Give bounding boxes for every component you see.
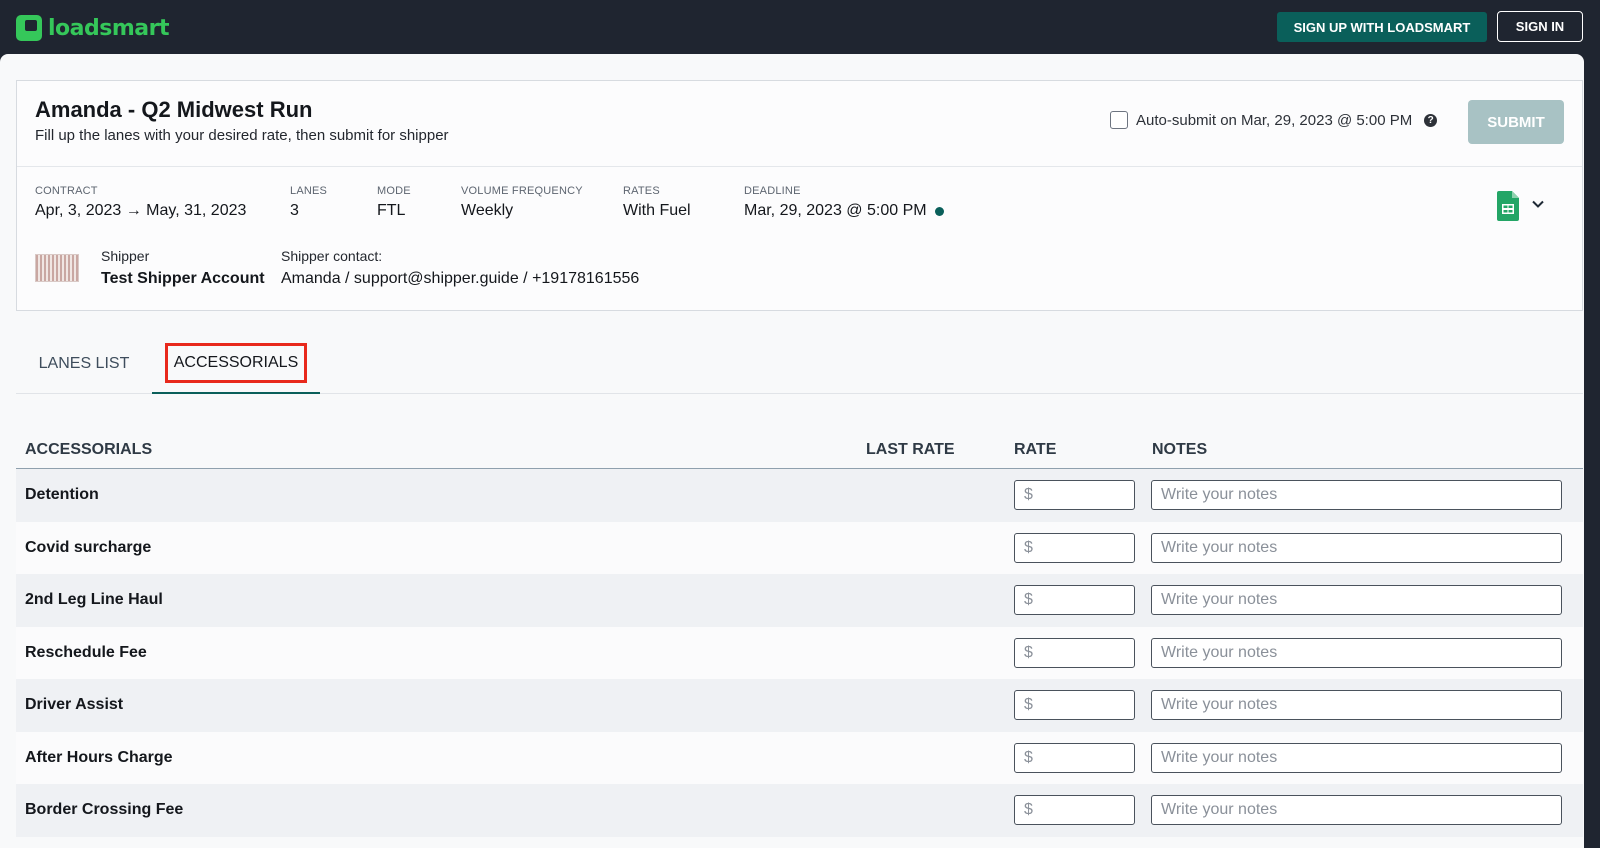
notes-input[interactable] <box>1151 585 1562 615</box>
notes-input[interactable] <box>1151 795 1562 825</box>
stat-value: FTL <box>377 202 406 219</box>
stat-value: 3 <box>290 202 299 219</box>
rate-input[interactable] <box>1014 742 1135 773</box>
accessorial-name: Driver Assist <box>25 696 124 713</box>
tab-bar: LANES LIST ACCESSORIALS <box>16 334 1583 394</box>
tab-accessorials[interactable]: ACCESSORIALS <box>152 334 320 394</box>
stat-volume-frequency: VOLUME FREQUENCY Weekly <box>461 185 583 220</box>
main-content: Amanda - Q2 Midwest Run Fill up the lane… <box>0 54 1584 848</box>
table-row: Covid surcharge <box>16 521 1583 574</box>
rate-input[interactable] <box>1014 795 1135 825</box>
auto-submit-option: Auto-submit on Mar, 29, 2023 @ 5:00 PM ? <box>1110 111 1438 129</box>
card-divider <box>17 166 1582 167</box>
accessorial-name: Border Crossing Fee <box>25 801 184 818</box>
table-row: After Hours Charge <box>16 731 1583 784</box>
notes-input[interactable] <box>1151 690 1562 720</box>
accessorial-name: Covid surcharge <box>25 538 152 556</box>
table-row: Driver Assist <box>16 679 1583 732</box>
tab-lanes-list[interactable]: LANES LIST <box>16 334 152 394</box>
table-body: Detention Covid surcharge 2nd Leg Line Hau… <box>16 469 1583 837</box>
shipper-contact: Shipper contact: Amanda / support@shippe… <box>281 248 639 288</box>
column-header-rate: RATE <box>1014 441 1057 458</box>
stat-label: RATES <box>623 185 660 197</box>
accessorial-name: Detention <box>25 486 99 503</box>
shipper-label: Shipper <box>101 248 150 264</box>
page-title: Amanda - Q2 Midwest Run <box>35 97 313 122</box>
notes-input[interactable] <box>1151 742 1562 773</box>
auto-submit-checkbox[interactable] <box>1110 111 1128 129</box>
shipper-info: Shipper Test Shipper Account <box>101 248 265 288</box>
notes-input[interactable] <box>1151 480 1562 510</box>
table-row: Border Crossing Fee <box>16 784 1583 837</box>
column-header-accessorials: ACCESSORIALS <box>25 441 153 458</box>
sign-in-button[interactable]: SIGN IN <box>1497 11 1583 42</box>
stat-lanes: LANES 3 <box>290 185 327 220</box>
table-row: Detention <box>16 469 1583 522</box>
logo-icon <box>16 15 42 41</box>
rate-input[interactable] <box>1014 690 1135 720</box>
shipper-name: Test Shipper Account <box>101 270 265 287</box>
top-bar: loadsmart SIGN UP WITH LOADSMART SIGN IN <box>0 0 1600 54</box>
auto-submit-label: Auto-submit on Mar, 29, 2023 @ 5:00 PM <box>1136 111 1413 129</box>
logo-text: loadsmart <box>48 15 169 41</box>
stat-value: Apr, 3, 2023 → May, 31, 2023 <box>35 202 247 219</box>
table-header: ACCESSORIALS LAST RATE RATE NOTES <box>16 429 1583 469</box>
status-dot <box>934 206 944 216</box>
shipper-logo <box>35 254 79 282</box>
accessorials-table: ACCESSORIALS LAST RATE RATE NOTES Detent… <box>16 429 1583 837</box>
chevron-down-icon[interactable] <box>1531 197 1545 211</box>
stat-rates: RATES With Fuel <box>623 185 691 220</box>
tab-accessorials-label: ACCESSORIALS <box>164 343 308 383</box>
page-subtitle: Fill up the lanes with your desired rate… <box>35 127 449 144</box>
stat-value: Weekly <box>461 202 514 219</box>
table-row: 2nd Leg Line Haul <box>16 574 1583 627</box>
accessorial-name: Reschedule Fee <box>25 643 147 661</box>
accessorial-name: 2nd Leg Line Haul <box>25 591 163 608</box>
sign-up-button[interactable]: SIGN UP WITH LOADSMART <box>1277 12 1487 42</box>
rate-input[interactable] <box>1014 532 1135 563</box>
stat-contract: CONTRACT Apr, 3, 2023 → May, 31, 2023 <box>35 185 246 220</box>
window-edge <box>1584 54 1600 848</box>
stat-mode: MODE FTL <box>377 185 411 220</box>
stat-deadline: DEADLINE Mar, 29, 2023 @ 5:00 PM <box>744 185 944 220</box>
shipper-contact-label: Shipper contact: <box>281 248 383 264</box>
column-header-notes: NOTES <box>1152 441 1208 458</box>
bid-summary-card: Amanda - Q2 Midwest Run Fill up the lane… <box>16 80 1583 311</box>
stat-label: CONTRACT <box>35 185 98 197</box>
stat-value: Mar, 29, 2023 @ 5:00 PM <box>744 202 944 220</box>
stat-value: With Fuel <box>623 202 691 219</box>
accessorial-name: After Hours Charge <box>25 748 173 766</box>
stat-label: DEADLINE <box>744 185 801 197</box>
deadline-value: Mar, 29, 2023 @ 5:00 PM <box>744 202 927 219</box>
rate-input[interactable] <box>1014 585 1135 615</box>
notes-input[interactable] <box>1151 532 1562 563</box>
shipper-contact-value: Amanda / support@shipper.guide / +191781… <box>281 270 640 287</box>
submit-button[interactable]: SUBMIT <box>1468 100 1564 144</box>
rate-input[interactable] <box>1014 637 1135 668</box>
app-window: loadsmart SIGN UP WITH LOADSMART SIGN IN… <box>0 0 1600 848</box>
table-row: Reschedule Fee <box>16 626 1583 679</box>
help-icon[interactable]: ? <box>1424 113 1438 127</box>
stat-label: MODE <box>377 185 411 197</box>
stat-label: VOLUME FREQUENCY <box>461 185 583 197</box>
loadsmart-logo[interactable]: loadsmart <box>16 15 169 41</box>
column-header-last-rate: LAST RATE <box>866 441 955 458</box>
notes-input[interactable] <box>1151 637 1562 668</box>
google-sheets-icon[interactable] <box>1497 191 1519 221</box>
stat-label: LANES <box>290 185 328 197</box>
rate-input[interactable] <box>1014 480 1135 510</box>
